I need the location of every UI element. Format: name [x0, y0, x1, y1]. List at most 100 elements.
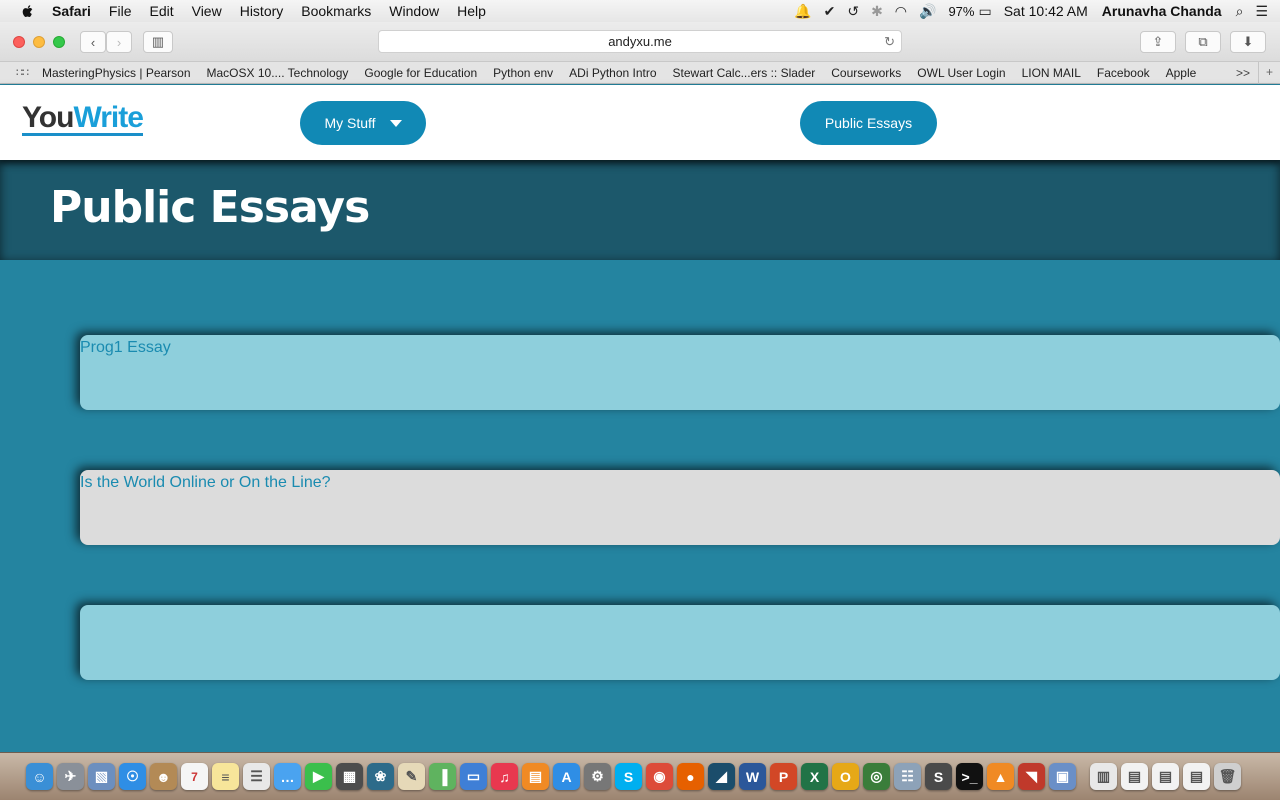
pages-icon[interactable]: ✎: [398, 763, 425, 790]
excel-icon[interactable]: X: [801, 763, 828, 790]
globe-app-icon[interactable]: ◎: [863, 763, 890, 790]
bluetooth-icon[interactable]: ✱: [871, 3, 883, 20]
word-icon[interactable]: W: [739, 763, 766, 790]
numbers-icon[interactable]: ▐: [429, 763, 456, 790]
launchpad-icon[interactable]: ✈: [57, 763, 84, 790]
skype-icon[interactable]: S: [615, 763, 642, 790]
menu-help[interactable]: Help: [457, 3, 486, 19]
bookmark-item[interactable]: Facebook: [1097, 66, 1150, 80]
new-tab-plus-icon[interactable]: +: [1258, 61, 1280, 84]
app-store-icon[interactable]: A: [553, 763, 580, 790]
address-bar[interactable]: andyxu.me ↻: [378, 30, 902, 53]
bookmark-item[interactable]: Courseworks: [831, 66, 901, 80]
photos-icon[interactable]: ❀: [367, 763, 394, 790]
firefox-icon[interactable]: ●: [677, 763, 704, 790]
downloads-button[interactable]: ⬇: [1230, 31, 1266, 53]
menu-window[interactable]: Window: [389, 3, 439, 19]
bookmark-item[interactable]: Stewart Calc...ers :: Slader: [673, 66, 816, 80]
fullscreen-window-button[interactable]: [53, 36, 65, 48]
back-button[interactable]: ‹: [80, 31, 106, 53]
menu-edit[interactable]: Edit: [149, 3, 173, 19]
essay-card[interactable]: Prog1 Essay: [80, 335, 1280, 410]
keynote-icon[interactable]: ▭: [460, 763, 487, 790]
share-button[interactable]: ⇪: [1140, 31, 1176, 53]
itunes-icon[interactable]: ♫: [491, 763, 518, 790]
public-essays-button[interactable]: Public Essays: [800, 101, 937, 145]
virtualbox-icon[interactable]: ▣: [1049, 763, 1076, 790]
time-machine-icon[interactable]: ↺: [847, 3, 859, 20]
notification-bell-icon[interactable]: 🔔: [794, 3, 811, 20]
menu-view[interactable]: View: [192, 3, 222, 19]
matlab-icon[interactable]: ◥: [1018, 763, 1045, 790]
trash-icon[interactable]: 🗑: [1214, 763, 1241, 790]
my-stuff-dropdown-button[interactable]: My Stuff: [300, 101, 426, 145]
share-icon: ⇪: [1152, 34, 1164, 49]
forward-button[interactable]: ›: [106, 31, 132, 53]
logo-write: Write: [73, 101, 143, 134]
ibooks-icon[interactable]: ▤: [522, 763, 549, 790]
essay-card[interactable]: Is the World Online or On the Line?: [80, 470, 1280, 545]
menu-bookmarks[interactable]: Bookmarks: [301, 3, 371, 19]
chevron-right-icon: ›: [116, 34, 122, 50]
volume-icon[interactable]: 🔊: [919, 3, 936, 20]
menu-file[interactable]: File: [109, 3, 132, 19]
safari-icon[interactable]: ☉: [119, 763, 146, 790]
network-app-icon[interactable]: ☷: [894, 763, 921, 790]
chevron-left-icon: ‹: [90, 34, 96, 50]
menu-app-name[interactable]: Safari: [52, 3, 91, 19]
powerpoint-icon[interactable]: P: [770, 763, 797, 790]
facetime-icon[interactable]: ▶: [305, 763, 332, 790]
apple-menu-icon[interactable]: [20, 3, 36, 19]
essay-title-link[interactable]: Prog1 Essay: [80, 339, 171, 356]
documents-stack-icon[interactable]: ▤: [1121, 763, 1148, 790]
bookmark-item[interactable]: Google for Education: [364, 66, 477, 80]
tabs-overview-button[interactable]: ⧉: [1185, 31, 1221, 53]
menu-history[interactable]: History: [240, 3, 284, 19]
contacts-icon[interactable]: ☻: [150, 763, 177, 790]
sidebar-toggle-button[interactable]: ▥: [143, 31, 173, 53]
spotlight-search-icon[interactable]: ⌕: [1236, 3, 1244, 20]
bookmark-item[interactable]: OWL User Login: [917, 66, 1005, 80]
user-name[interactable]: Arunavha Chanda: [1102, 3, 1222, 19]
essay-card[interactable]: [80, 605, 1280, 680]
bookmark-item[interactable]: Python env: [493, 66, 553, 80]
close-window-button[interactable]: [13, 36, 25, 48]
bookmark-item[interactable]: MacOSX 10.... Technology: [207, 66, 349, 80]
reload-icon[interactable]: ↻: [884, 31, 895, 52]
battery-icon[interactable]: ▭: [978, 3, 991, 20]
finder-icon[interactable]: ☺: [26, 763, 53, 790]
calendar-icon[interactable]: 7: [181, 763, 208, 790]
notification-center-icon[interactable]: ☰: [1255, 3, 1268, 20]
outlook-icon[interactable]: O: [832, 763, 859, 790]
downloads-stack-icon[interactable]: ▥: [1090, 763, 1117, 790]
wifi-icon[interactable]: ◠: [895, 3, 907, 20]
top-sites-grid-icon[interactable]: ∷∷: [16, 66, 29, 79]
clock[interactable]: Sat 10:42 AM: [1004, 3, 1088, 19]
bookmark-item[interactable]: ADi Python Intro: [569, 66, 656, 80]
minimize-window-button[interactable]: [33, 36, 45, 48]
bookmark-item[interactable]: LION MAIL: [1022, 66, 1081, 80]
reminders-icon[interactable]: ☰: [243, 763, 270, 790]
sublime-text-icon[interactable]: S: [925, 763, 952, 790]
essay-title-link[interactable]: Is the World Online or On the Line?: [80, 474, 331, 491]
notes-icon[interactable]: ≡: [212, 763, 239, 790]
photo-booth-icon[interactable]: ▦: [336, 763, 363, 790]
checkmark-app-icon[interactable]: ✔: [824, 3, 836, 20]
folder-stack-icon[interactable]: ▤: [1183, 763, 1210, 790]
files-stack-icon[interactable]: ▤: [1152, 763, 1179, 790]
download-icon: ⬇: [1242, 34, 1254, 49]
system-preferences-icon[interactable]: ⚙: [584, 763, 611, 790]
battery-percent[interactable]: 97%: [948, 4, 974, 19]
messages-icon[interactable]: …: [274, 763, 301, 790]
bookmark-item[interactable]: Apple: [1166, 66, 1197, 80]
preview-icon[interactable]: ▧: [88, 763, 115, 790]
youwrite-logo[interactable]: YouWrite: [22, 101, 144, 136]
chrome-icon[interactable]: ◉: [646, 763, 673, 790]
terminal-like-app-icon[interactable]: ◢: [708, 763, 735, 790]
terminal-icon[interactable]: >_: [956, 763, 983, 790]
more-bookmarks-button[interactable]: >>: [1236, 66, 1250, 80]
vlc-icon[interactable]: ▲: [987, 763, 1014, 790]
page-title: Public Essays: [50, 182, 370, 233]
menu-bar: Safari File Edit View History Bookmarks …: [0, 0, 1280, 22]
bookmark-item[interactable]: MasteringPhysics | Pearson: [42, 66, 191, 80]
